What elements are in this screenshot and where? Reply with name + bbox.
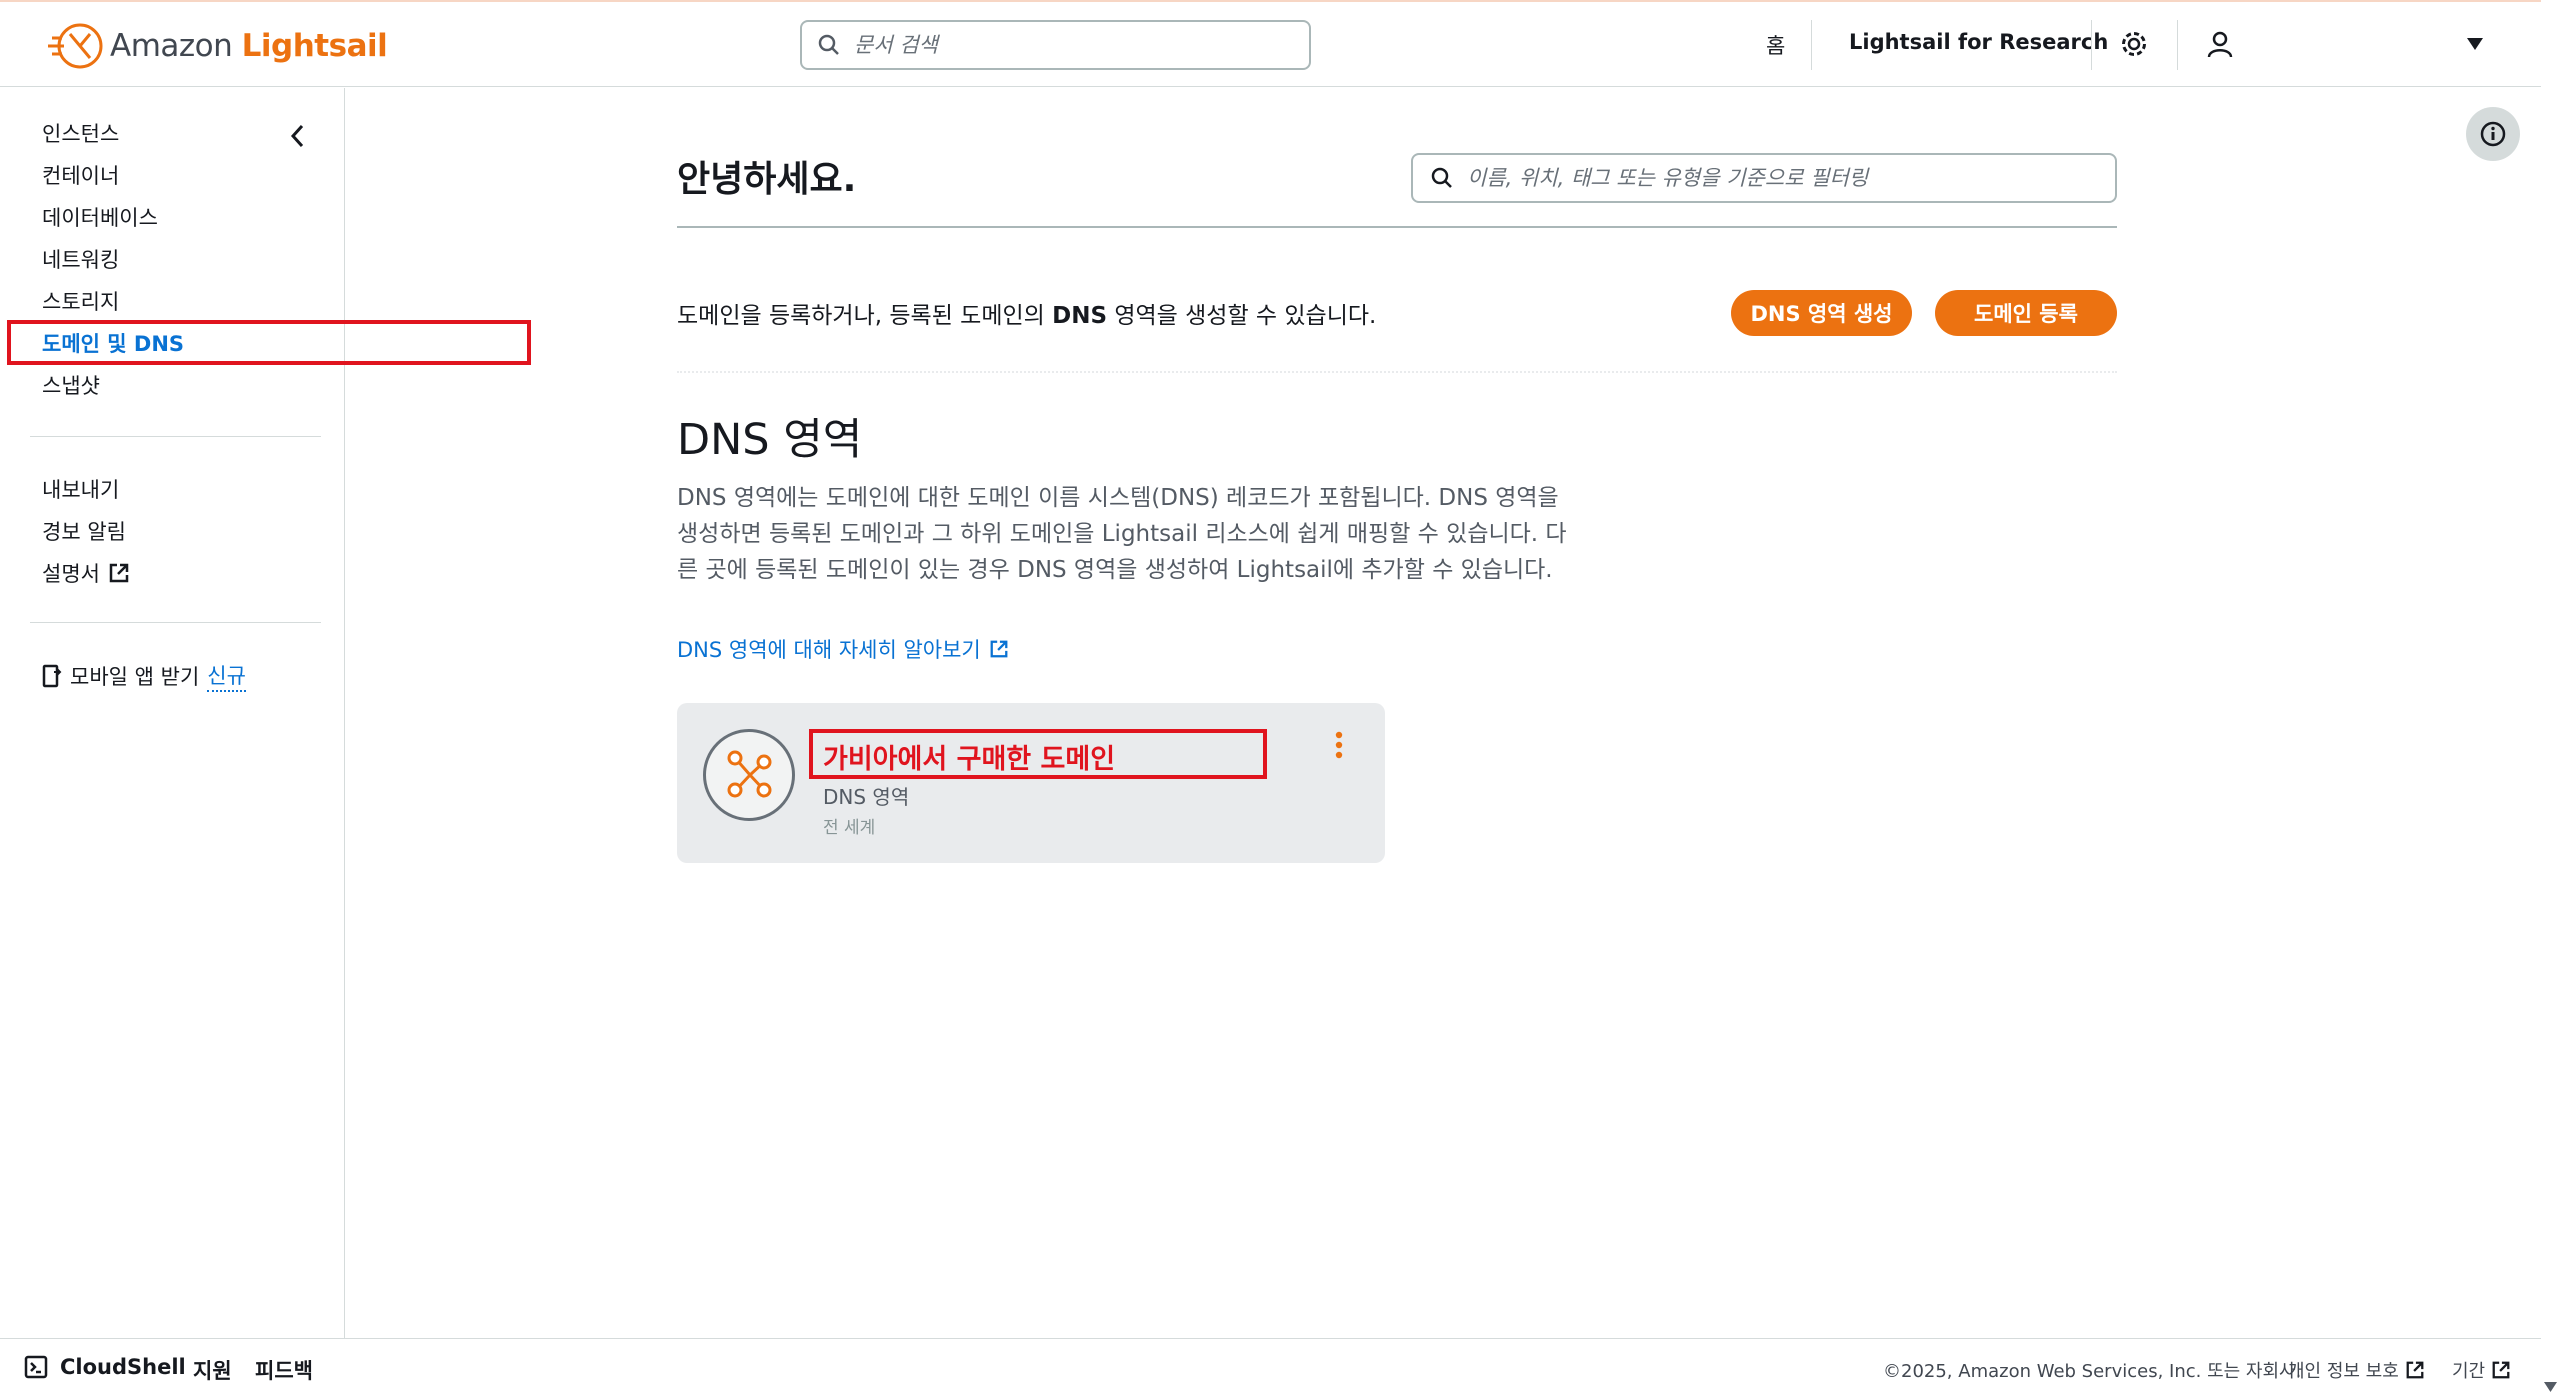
kebab-menu-icon[interactable] bbox=[1333, 731, 1345, 765]
user-icon[interactable] bbox=[2206, 30, 2234, 62]
section-title: DNS 영역 bbox=[677, 415, 863, 465]
terms-label: 기간 bbox=[2452, 1361, 2486, 1382]
create-dns-zone-button[interactable]: DNS 영역 생성 bbox=[1731, 290, 1912, 336]
page-title: 안녕하세요. bbox=[677, 159, 857, 200]
lightsail-logo-icon bbox=[48, 23, 103, 69]
intro-text-pre: 도메인을 등록하거나, 등록된 도메인의 bbox=[677, 303, 1053, 329]
external-link-icon bbox=[2492, 1361, 2510, 1379]
cloudshell-button[interactable]: CloudShell bbox=[24, 1355, 186, 1379]
resource-filter-box bbox=[1411, 153, 2117, 203]
info-icon bbox=[2480, 121, 2506, 147]
mobile-app-item: 모바일 앱 받기 신규 bbox=[42, 660, 246, 692]
cloudshell-label: CloudShell bbox=[60, 1355, 186, 1379]
divider bbox=[2177, 20, 2178, 70]
scroll-down-arrow-icon[interactable] bbox=[2543, 1381, 2558, 1393]
sidebar-item-snapshots[interactable]: 스냅샷 bbox=[42, 370, 100, 400]
learn-more-link[interactable]: DNS 영역에 대해 자세히 알아보기 bbox=[677, 634, 1009, 664]
terminal-icon bbox=[24, 1355, 48, 1379]
feedback-link[interactable]: 피드백 bbox=[255, 1355, 313, 1385]
privacy-label: 개인 정보 보호 bbox=[2288, 1361, 2399, 1382]
doc-search-box bbox=[800, 20, 1311, 70]
top-navigation: Amazon Lightsail 홈 Lightsail for Researc… bbox=[0, 0, 2541, 87]
caret-down-icon[interactable] bbox=[2466, 36, 2484, 55]
sidebar-item-alarms[interactable]: 경보 알림 bbox=[42, 516, 126, 546]
header-divider bbox=[677, 226, 2117, 228]
mobile-icon bbox=[42, 664, 62, 688]
external-link-icon bbox=[109, 563, 129, 583]
lightsail-for-research-link[interactable]: Lightsail for Research bbox=[1849, 30, 2108, 54]
dns-zone-type: DNS 영역 bbox=[823, 785, 910, 809]
home-link[interactable]: 홈 bbox=[1766, 30, 1785, 60]
dns-zone-region: 전 세계 bbox=[823, 818, 876, 838]
scrollbar[interactable] bbox=[2541, 0, 2560, 1399]
sidebar-item-storage[interactable]: 스토리지 bbox=[42, 286, 119, 316]
chevron-left-icon[interactable] bbox=[288, 124, 308, 152]
resource-filter-input[interactable] bbox=[1467, 166, 2087, 190]
search-icon bbox=[1431, 167, 1452, 188]
sidebar-item-containers[interactable]: 컨테이너 bbox=[42, 160, 119, 190]
sidebar-divider bbox=[30, 436, 321, 437]
dns-zone-name[interactable]: 가비아에서 구매한 도메인 bbox=[823, 737, 1115, 776]
sidebar-item-documentation[interactable]: 설명서 bbox=[42, 558, 130, 588]
intro-text-post: 영역을 생성할 수 있습니다. bbox=[1107, 303, 1377, 329]
dns-zone-icon bbox=[703, 729, 795, 821]
intro-text: 도메인을 등록하거나, 등록된 도메인의 DNS 영역을 생성할 수 있습니다. bbox=[677, 296, 1376, 330]
sidebar-item-export[interactable]: 내보내기 bbox=[42, 474, 119, 504]
sidebar-item-databases[interactable]: 데이터베이스 bbox=[42, 202, 158, 232]
doc-search-input[interactable] bbox=[854, 33, 1274, 57]
settings-gear-icon[interactable] bbox=[2120, 30, 2148, 62]
section-divider bbox=[677, 371, 2117, 373]
divider bbox=[2091, 20, 2092, 70]
external-link-icon bbox=[2406, 1361, 2424, 1379]
new-badge-link[interactable]: 신규 bbox=[207, 660, 246, 692]
intro-text-bold: DNS bbox=[1052, 303, 1108, 329]
logo-lightsail-text: Lightsail bbox=[241, 28, 388, 64]
sidebar-item-networking[interactable]: 네트워킹 bbox=[42, 244, 119, 274]
logo-amazon-text: Amazon bbox=[110, 28, 233, 64]
lightsail-logo[interactable]: Amazon Lightsail bbox=[46, 20, 388, 72]
copyright-text: ©2025, Amazon Web Services, Inc. 또는 자회사. bbox=[1883, 1361, 2302, 1382]
divider bbox=[1811, 20, 1812, 70]
footer: CloudShell 지원 피드백 ©2025, Amazon Web Serv… bbox=[0, 1338, 2541, 1399]
annotation-box bbox=[7, 320, 531, 365]
external-link-icon bbox=[990, 640, 1008, 658]
register-domain-button[interactable]: 도메인 등록 bbox=[1935, 290, 2117, 336]
privacy-link[interactable]: 개인 정보 보호 bbox=[2288, 1357, 2425, 1383]
info-panel-button[interactable] bbox=[2466, 107, 2520, 161]
sidebar-divider bbox=[30, 622, 321, 623]
section-description: DNS 영역에는 도메인에 대한 도메인 이름 시스템(DNS) 레코드가 포함… bbox=[677, 485, 1567, 583]
left-sidebar: 인스턴스 컨테이너 데이터베이스 네트워킹 스토리지 도메인 및 DNS 스냅샷… bbox=[0, 88, 531, 1338]
support-link[interactable]: 지원 bbox=[193, 1355, 232, 1385]
mobile-app-link[interactable]: 모바일 앱 받기 bbox=[70, 661, 199, 691]
sidebar-item-label: 설명서 bbox=[42, 562, 100, 586]
search-icon bbox=[818, 34, 839, 55]
learn-more-label: DNS 영역에 대해 자세히 알아보기 bbox=[677, 638, 981, 662]
terms-link[interactable]: 기간 bbox=[2452, 1357, 2511, 1383]
sidebar-item-instances[interactable]: 인스턴스 bbox=[42, 118, 119, 148]
dns-zone-card[interactable]: 가비아에서 구매한 도메인 DNS 영역 전 세계 bbox=[677, 703, 1385, 863]
